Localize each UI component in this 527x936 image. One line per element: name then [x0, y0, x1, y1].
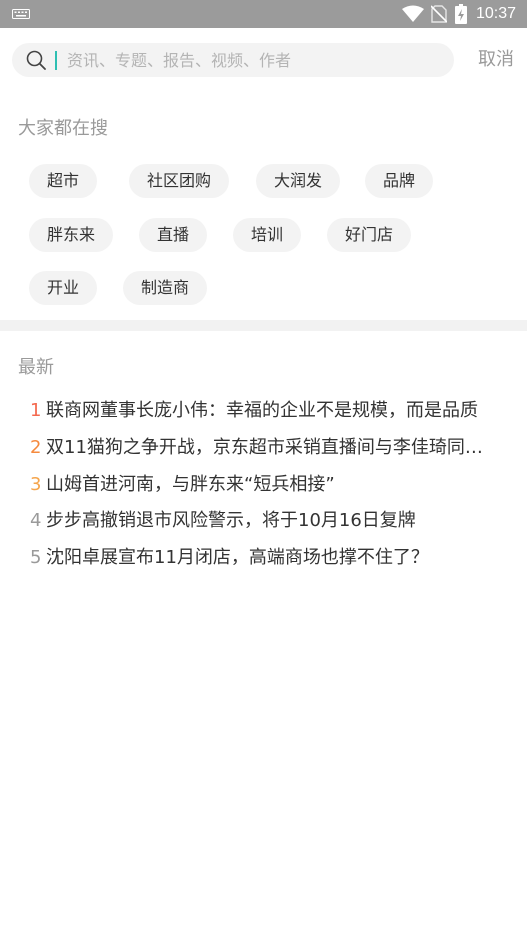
tag-community-group-buying[interactable]: 社区团购: [129, 164, 229, 198]
news-rank: 3: [30, 474, 42, 495]
tag-livestream[interactable]: 直播: [139, 218, 207, 252]
search-input[interactable]: [55, 43, 457, 77]
tag-pangdonglai[interactable]: 胖东来: [29, 218, 113, 252]
tag-manufacturer[interactable]: 制造商: [123, 271, 207, 305]
news-item[interactable]: 2 双11猫狗之争开战，京东超市采销直播间与李佳琦同…: [30, 435, 500, 461]
no-sim-icon: [431, 5, 447, 23]
tag-training[interactable]: 培训: [233, 218, 301, 252]
cancel-button[interactable]: 取消: [478, 48, 514, 72]
news-title: 步步高撤销退市风险警示，将于10月16日复牌: [46, 510, 416, 531]
hot-search-title: 大家都在搜: [18, 118, 108, 139]
news-rank: 2: [30, 437, 42, 458]
search-bar[interactable]: [12, 43, 457, 77]
tag-supermarket[interactable]: 超市: [29, 164, 97, 198]
keyboard-icon: [12, 9, 30, 19]
news-item[interactable]: 5 沈阳卓展宣布11月闭店，高端商场也撑不住了？: [30, 545, 500, 571]
status-bar: 10:37: [0, 0, 527, 28]
latest-title: 最新: [18, 357, 54, 378]
tag-rt-mart[interactable]: 大润发: [256, 164, 340, 198]
news-rank: 4: [30, 510, 42, 531]
news-item[interactable]: 4 步步高撤销退市风险警示，将于10月16日复牌: [30, 508, 500, 534]
section-divider: [0, 320, 527, 331]
news-title: 山姆首进河南，与胖东来“短兵相接”: [46, 474, 335, 495]
tag-brand[interactable]: 品牌: [365, 164, 433, 198]
news-title: 双11猫狗之争开战，京东超市采销直播间与李佳琦同…: [46, 437, 483, 458]
battery-charging-icon: [455, 4, 467, 24]
news-item[interactable]: 3 山姆首进河南，与胖东来“短兵相接”: [30, 472, 500, 498]
news-title: 联商网董事长庞小伟：幸福的企业不是规模，而是品质: [46, 400, 478, 421]
news-title: 沈阳卓展宣布11月闭店，高端商场也撑不住了？: [46, 547, 429, 568]
clock: 10:37: [476, 5, 517, 22]
wifi-icon: [402, 5, 424, 22]
search-icon: [26, 50, 46, 70]
news-rank: 5: [30, 547, 42, 568]
tag-good-stores[interactable]: 好门店: [327, 218, 411, 252]
news-rank: 1: [30, 400, 42, 421]
tag-opening[interactable]: 开业: [29, 271, 97, 305]
news-item[interactable]: 1 联商网董事长庞小伟：幸福的企业不是规模，而是品质: [30, 398, 500, 424]
